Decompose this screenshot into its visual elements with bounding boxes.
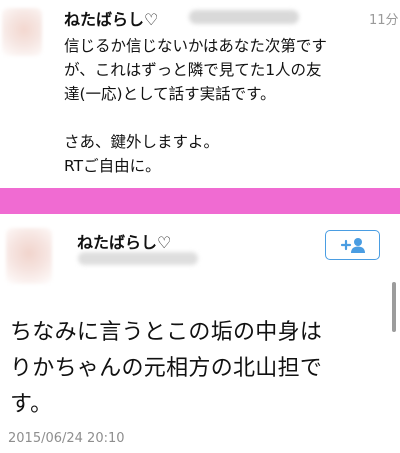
tweet-text: ちなみに言うとこの垢の中身は りかちゃんの元相方の北山担で す。: [10, 320, 323, 417]
separator-bar: [0, 188, 400, 214]
blurred-handle: [189, 10, 299, 24]
tweet-text: 信じるか信じないかはあなた次第です が、これはずっと隣で見てた1人の友 達(一応…: [64, 37, 327, 175]
avatar[interactable]: [2, 8, 42, 56]
follow-button[interactable]: [325, 230, 380, 260]
avatar[interactable]: [6, 228, 52, 284]
blurred-handle: [78, 252, 198, 265]
scrollbar[interactable]: [392, 282, 396, 332]
add-user-icon: [340, 238, 365, 253]
tweet-1[interactable]: ねたばらし♡ 11分 信じるか信じないかはあなた次第です が、これはずっと隣で見…: [0, 0, 400, 188]
timestamp: 11分: [369, 13, 399, 28]
display-name[interactable]: ねたばらし♡: [77, 229, 171, 253]
display-name[interactable]: ねたばらし♡: [64, 6, 158, 30]
tweet-date: 2015/06/24 20:10: [8, 431, 125, 446]
tweet-2[interactable]: ねたばらし♡ ちなみに言うとこの垢の中身は りかちゃんの元相方の北山担で す。 …: [0, 214, 400, 453]
